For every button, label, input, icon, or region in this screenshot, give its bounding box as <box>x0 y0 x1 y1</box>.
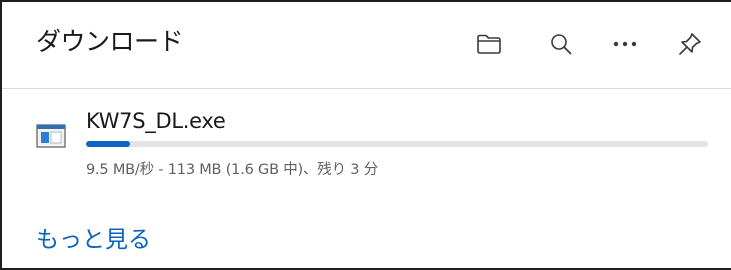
folder-icon <box>476 33 502 55</box>
download-progress-fill <box>86 141 130 147</box>
download-status: 9.5 MB/秒 - 113 MB (1.6 GB 中)、残り 3 分 <box>86 162 379 178</box>
downloads-panel: ダウンロード KW7S_DL.exe 9.5 MB/秒 - 113 MB (1.… <box>0 0 731 270</box>
downloads-header: ダウンロード <box>2 2 731 88</box>
file-name: KW7S_DL.exe <box>86 109 226 133</box>
ellipsis-icon <box>612 40 638 48</box>
download-item[interactable]: KW7S_DL.exe 9.5 MB/秒 - 113 MB (1.6 GB 中)… <box>2 92 731 192</box>
open-folder-button[interactable] <box>469 24 509 64</box>
more-options-button[interactable] <box>605 24 645 64</box>
pin-button[interactable] <box>670 24 710 64</box>
header-divider <box>2 88 731 89</box>
search-icon <box>549 32 573 56</box>
download-progress-bar <box>86 141 708 147</box>
panel-title: ダウンロード <box>36 27 184 56</box>
executable-file-icon <box>36 124 66 148</box>
show-more-link[interactable]: もっと見る <box>36 223 151 257</box>
search-button[interactable] <box>541 24 581 64</box>
pin-icon <box>677 31 703 57</box>
